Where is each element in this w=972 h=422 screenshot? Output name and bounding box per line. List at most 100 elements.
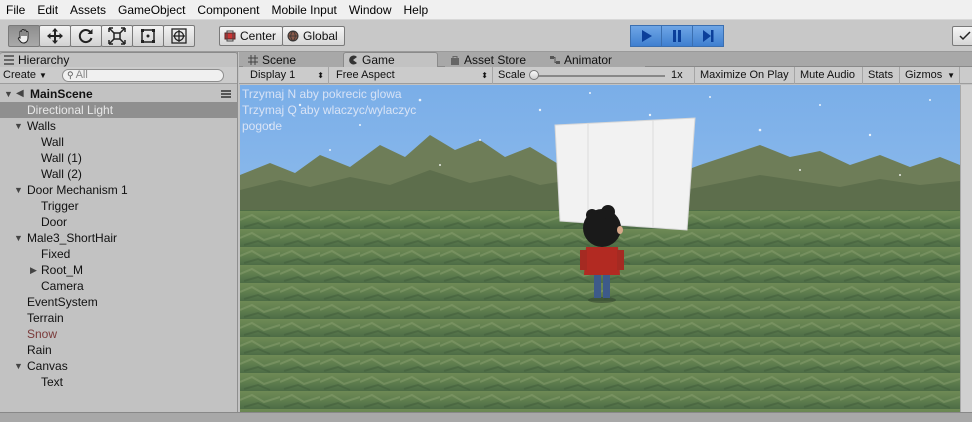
step-button[interactable] xyxy=(692,25,724,47)
create-dropdown[interactable]: Create ▼ xyxy=(3,69,47,81)
hierarchy-item[interactable]: ▼ Walls xyxy=(0,118,237,134)
hierarchy-search-input[interactable]: ⚲ All xyxy=(62,69,224,82)
hierarchy-item-label: Canvas xyxy=(27,359,68,373)
checkbox-toggle[interactable] xyxy=(952,26,972,46)
hierarchy-item[interactable]: Text xyxy=(0,374,237,390)
pivot-center-button[interactable]: Center xyxy=(219,26,284,46)
hierarchy-item[interactable]: Door xyxy=(0,214,237,230)
pause-icon xyxy=(673,30,681,42)
fold-open-icon[interactable]: ▼ xyxy=(14,230,23,246)
create-label: Create xyxy=(3,69,37,81)
scene-root-row[interactable]: ▼ ◀ MainScene xyxy=(0,86,237,102)
transform-tool-button[interactable] xyxy=(163,25,195,47)
hierarchy-item[interactable]: Camera xyxy=(0,278,237,294)
transform-tools xyxy=(8,25,195,47)
gizmos-dropdown[interactable]: Gizmos ▼ xyxy=(900,67,960,84)
hierarchy-item[interactable]: Wall (1) xyxy=(0,150,237,166)
tab-game-label: Game xyxy=(362,53,395,67)
menu-mobile-input[interactable]: Mobile Input xyxy=(265,0,342,20)
play-button[interactable] xyxy=(630,25,662,47)
gizmos-label: Gizmos xyxy=(905,69,943,81)
maximize-on-play-toggle[interactable]: Maximize On Play xyxy=(695,67,795,84)
hierarchy-panel: Hierarchy Create ▼ ⚲ All ▼ ◀ MainScene Dire… xyxy=(0,52,238,412)
tab-asset-store[interactable]: Asset Store xyxy=(445,52,545,67)
hierarchy-item[interactable]: Trigger xyxy=(0,198,237,214)
rect-tool-button[interactable] xyxy=(132,25,164,47)
fold-open-icon[interactable]: ▼ xyxy=(14,118,23,134)
hierarchy-item[interactable]: ▼ Male3_ShortHair xyxy=(0,230,237,246)
step-icon xyxy=(703,30,714,42)
fold-open-icon[interactable]: ▼ xyxy=(14,182,23,198)
checkmark-icon xyxy=(959,31,971,41)
rotate-tool-button[interactable] xyxy=(70,25,102,47)
menu-assets[interactable]: Assets xyxy=(64,0,112,20)
hierarchy-item-label: Walls xyxy=(27,119,56,133)
grid-icon xyxy=(248,55,258,65)
view-tabstrip: Scene Game Asset Store Animator xyxy=(239,52,972,67)
display-dropdown[interactable]: Display 1 ⬍ xyxy=(245,67,329,84)
hierarchy-item-label: MainScene xyxy=(30,87,93,101)
maximize-label: Maximize On Play xyxy=(700,69,789,81)
hierarchy-item-label: Snow xyxy=(27,327,58,341)
search-icon: ⚲ xyxy=(67,70,74,80)
game-toolbar: Display 1 ⬍ Free Aspect ⬍ Scale 1x Maxim… xyxy=(239,67,972,84)
animator-icon xyxy=(550,56,560,64)
unity-scene-icon: ◀ xyxy=(16,88,24,99)
move-arrows-icon xyxy=(47,28,63,44)
tab-hierarchy[interactable]: Hierarchy xyxy=(0,52,238,67)
scale-tool-button[interactable] xyxy=(101,25,133,47)
aspect-label: Free Aspect xyxy=(336,69,395,81)
fold-open-icon[interactable]: ▼ xyxy=(14,358,23,374)
menu-window[interactable]: Window xyxy=(343,0,398,20)
vertical-scrollbar[interactable] xyxy=(960,85,972,412)
caret-down-icon: ▼ xyxy=(947,71,955,80)
mute-audio-toggle[interactable]: Mute Audio xyxy=(795,67,863,84)
list-icon xyxy=(4,55,14,65)
tab-game[interactable]: Game xyxy=(343,52,438,67)
hierarchy-tree: ▼ ◀ MainScene Directional Light ▼ Walls Wall Wa… xyxy=(0,86,237,390)
scale-value: 1x xyxy=(671,69,683,81)
game-viewport[interactable]: Trzymaj N aby pokrecic glowa Trzymaj Q a… xyxy=(240,85,960,412)
tab-scene[interactable]: Scene xyxy=(243,52,343,67)
hierarchy-item-label: Rain xyxy=(27,343,52,357)
hierarchy-item[interactable]: Fixed xyxy=(0,246,237,262)
hierarchy-item[interactable]: EventSystem xyxy=(0,294,237,310)
overlay-line-3: pogode xyxy=(242,119,283,133)
stats-toggle[interactable]: Stats xyxy=(863,67,900,84)
aspect-dropdown[interactable]: Free Aspect ⬍ xyxy=(331,67,493,84)
hierarchy-item-label: Fixed xyxy=(41,247,71,261)
menu-file[interactable]: File xyxy=(0,0,31,20)
hierarchy-item[interactable]: ▶ Root_M xyxy=(0,262,237,278)
menu-help[interactable]: Help xyxy=(398,0,435,20)
game-panel: Scene Game Asset Store Animator Display … xyxy=(239,52,972,412)
scene-menu-icon[interactable] xyxy=(221,90,231,98)
hierarchy-item[interactable]: Terrain xyxy=(0,310,237,326)
pause-button[interactable] xyxy=(661,25,693,47)
hierarchy-item[interactable]: Snow xyxy=(0,326,237,342)
hierarchy-item-label: Door xyxy=(41,215,68,229)
hierarchy-item[interactable]: Wall (2) xyxy=(0,166,237,182)
tab-animator[interactable]: Animator xyxy=(545,52,645,67)
hierarchy-item-label: Root_M xyxy=(41,263,84,277)
fold-open-icon[interactable]: ▼ xyxy=(4,86,13,102)
hand-tool-button[interactable] xyxy=(8,25,40,47)
menu-gameobject[interactable]: GameObject xyxy=(112,0,191,20)
hierarchy-item-label: Camera xyxy=(41,279,84,293)
menu-edit[interactable]: Edit xyxy=(31,0,64,20)
scale-slider-track[interactable] xyxy=(533,75,665,77)
globe-icon xyxy=(287,30,299,42)
hierarchy-item-label: Wall xyxy=(41,135,64,149)
pivot-global-button[interactable]: Global xyxy=(282,26,345,46)
pivot-global-label: Global xyxy=(303,29,338,43)
hierarchy-item[interactable]: Rain xyxy=(0,342,237,358)
fold-closed-icon[interactable]: ▶ xyxy=(30,262,37,278)
hierarchy-item[interactable]: ▼ Door Mechanism 1 xyxy=(0,182,237,198)
move-tool-button[interactable] xyxy=(39,25,71,47)
hierarchy-item-label: Terrain xyxy=(27,311,64,325)
hierarchy-item[interactable]: Directional Light xyxy=(0,102,237,118)
menu-component[interactable]: Component xyxy=(191,0,265,20)
overlay-line-2: Trzymaj Q aby wlaczyc/wylaczyc xyxy=(242,103,417,117)
hierarchy-item[interactable]: Wall xyxy=(0,134,237,150)
scale-slider-handle[interactable] xyxy=(529,70,539,80)
hierarchy-item[interactable]: ▼ Canvas xyxy=(0,358,237,374)
